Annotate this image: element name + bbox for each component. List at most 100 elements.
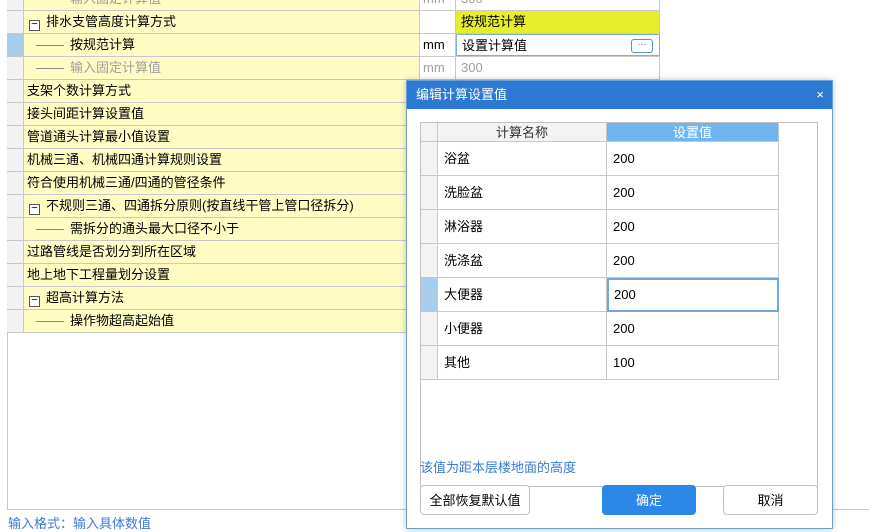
row-name-cell[interactable]: 管道通头计算最小值设置 [24,126,420,148]
row-value-label: 300 [461,0,483,6]
table-row[interactable]: 输入固定计算值 mm300 [7,57,660,80]
row-name-cell[interactable]: 接头间距计算设置值 [24,103,420,125]
row-name-label: 需拆分的通头最大口径不小于 [70,221,239,236]
grid-row[interactable]: 其他100 [421,346,779,380]
grid-name-cell[interactable]: 其他 [438,346,607,380]
row-value-cell[interactable]: 300 [456,57,660,79]
row-indicator[interactable] [7,218,24,240]
row-name-label: 输入固定计算值 [70,60,161,75]
collapse-icon[interactable]: − [29,20,40,31]
row-name-label: 接头间距计算设置值 [27,106,144,121]
row-indicator[interactable] [7,126,24,148]
grid-row[interactable]: 小便器200 [421,312,779,346]
grid-name-cell[interactable]: 浴盆 [438,142,607,176]
cancel-button[interactable]: 取消 [723,485,818,515]
row-name-cell[interactable]: 输入固定计算值 [24,57,420,79]
row-indicator[interactable] [7,11,24,33]
row-indicator[interactable] [7,57,24,79]
row-name-cell[interactable]: 需拆分的通头最大口径不小于 [24,218,420,240]
grid-value-cell[interactable]: 200 [607,210,779,244]
row-name-cell[interactable]: 操作物超高起始值 [24,310,420,332]
column-header-value[interactable]: 设置值 [607,123,779,142]
row-indicator[interactable] [7,149,24,171]
table-row[interactable]: 按规范计算 mm 设置计算值 ··· [7,34,660,57]
row-name-cell[interactable]: −排水支管高度计算方式 [24,11,420,33]
grid-value-cell[interactable]: 200 [607,312,779,346]
row-name-cell[interactable]: −不规则三通、四通拆分原则(按直线干管上管口径拆分) [24,195,420,217]
more-options-icon[interactable]: ··· [631,39,653,53]
row-indicator[interactable] [7,34,24,56]
row-indicator[interactable] [7,0,24,10]
row-name-label: 机械三通、机械四通计算规则设置 [27,152,222,167]
grid-row-indicator[interactable] [421,142,438,176]
grid-row[interactable]: 淋浴器200 [421,210,779,244]
dialog-note: 该值为距本层楼地面的高度 [420,457,576,476]
reset-defaults-button[interactable]: 全部恢复默认值 [420,485,530,515]
row-name-cell[interactable]: 机械三通、机械四通计算规则设置 [24,149,420,171]
grid-value-cell[interactable]: 100 [607,346,779,380]
row-value-cell[interactable]: 300 [456,0,660,10]
tree-connector [36,321,64,322]
edit-calc-settings-dialog: 编辑计算设置值 × 计算名称 设置值 浴盆200洗脸盆200淋浴器200洗涤盆2… [406,80,833,529]
row-name-label: 操作物超高起始值 [70,313,174,328]
row-name-cell[interactable]: 过路管线是否划分到所在区域 [24,241,420,263]
grid-name-cell[interactable]: 小便器 [438,312,607,346]
dialog-title: 编辑计算设置值 [416,87,507,102]
row-name-cell[interactable]: 按规范计算 [24,34,420,56]
row-name-label: 符合使用机械三通/四通的管径条件 [27,175,226,190]
grid-name-cell[interactable]: 淋浴器 [438,210,607,244]
grid-value-cell[interactable]: 200 [607,278,779,312]
row-indicator[interactable] [7,80,24,102]
row-indicator[interactable] [7,172,24,194]
settings-grid: 计算名称 设置值 浴盆200洗脸盆200淋浴器200洗涤盆200大便器200小便… [420,122,818,487]
row-value-cell[interactable]: 设置计算值 ··· [456,34,660,56]
grid-value-cell[interactable]: 200 [607,244,779,278]
table-row[interactable]: −排水支管高度计算方式 按规范计算 [7,11,660,34]
table-row[interactable]: 输入固定计算值mm 300 [7,0,660,11]
column-header-name[interactable]: 计算名称 [438,123,607,142]
grid-value-cell[interactable]: 200 [607,142,779,176]
ok-button[interactable]: 确定 [602,485,696,515]
row-unit-cell: mm [420,34,456,56]
tree-connector [36,229,64,230]
grid-row-indicator[interactable] [421,312,438,346]
row-unit-cell: mm [420,0,456,10]
grid-row-indicator[interactable] [421,244,438,278]
row-name-cell[interactable]: 符合使用机械三通/四通的管径条件 [24,172,420,194]
grid-name-cell[interactable]: 洗脸盆 [438,176,607,210]
row-name-cell[interactable]: 支架个数计算方式 [24,80,420,102]
row-name-label: 排水支管高度计算方式 [46,14,176,29]
row-indicator[interactable] [7,195,24,217]
collapse-icon[interactable]: − [29,296,40,307]
row-name-label: 过路管线是否划分到所在区域 [27,244,196,259]
row-indicator[interactable] [7,287,24,309]
row-name-cell[interactable]: −超高计算方法 [24,287,420,309]
grid-row-indicator[interactable] [421,176,438,210]
row-indicator[interactable] [7,310,24,332]
grid-row[interactable]: 大便器200 [421,278,779,312]
row-name-label: 按规范计算 [70,37,135,52]
grid-row-indicator[interactable] [421,278,438,312]
collapse-icon[interactable]: − [29,204,40,215]
grid-row-indicator[interactable] [421,210,438,244]
row-unit-cell: mm [420,57,456,79]
row-indicator[interactable] [7,264,24,286]
grid-row[interactable]: 洗脸盆200 [421,176,779,210]
grid-name-cell[interactable]: 洗涤盆 [438,244,607,278]
grid-row[interactable]: 洗涤盆200 [421,244,779,278]
row-value-label: 设置计算值 [462,38,527,53]
row-indicator[interactable] [7,103,24,125]
close-icon[interactable]: × [816,81,824,109]
row-name-label: 管道通头计算最小值设置 [27,129,170,144]
row-indicator[interactable] [7,241,24,263]
grid-row[interactable]: 浴盆200 [421,142,779,176]
dialog-title-bar: 编辑计算设置值 × [407,81,832,109]
grid-row-indicator[interactable] [421,346,438,380]
grid-value-cell[interactable]: 200 [607,176,779,210]
row-value-cell[interactable]: 按规范计算 [456,11,660,33]
row-name-cell[interactable]: 输入固定计算值 [24,0,420,10]
row-name-cell[interactable]: 地上地下工程量划分设置 [24,264,420,286]
row-name-label: 不规则三通、四通拆分原则(按直线干管上管口径拆分) [46,198,354,213]
grid-name-cell[interactable]: 大便器 [438,278,607,312]
tree-connector [36,68,64,69]
